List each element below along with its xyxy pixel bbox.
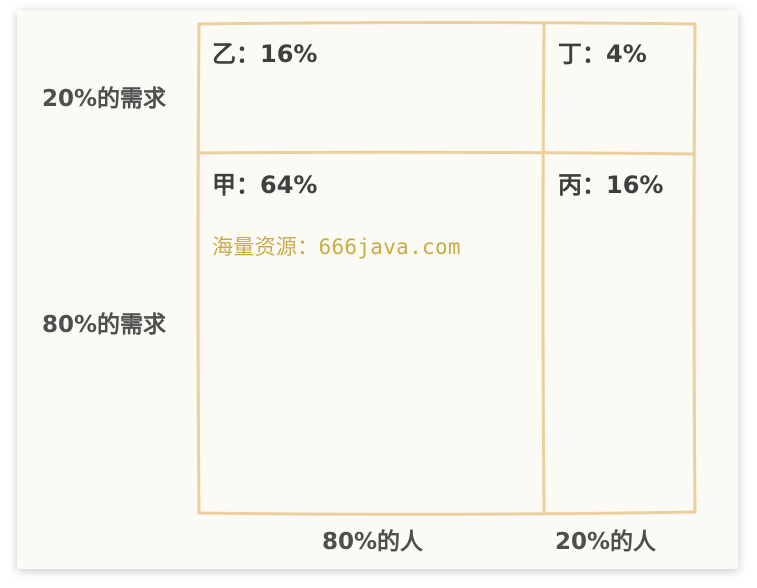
- grid-left-border: [196, 22, 201, 515]
- cell-top-left: 乙：16%: [212, 40, 318, 68]
- grid-top-border: [197, 21, 697, 26]
- row-label-bottom: 80%的需求: [42, 312, 167, 338]
- cell-bottom-right: 丙：16%: [558, 171, 664, 199]
- cell-top-right: 丁：4%: [558, 40, 647, 68]
- cell-bottom-left: 甲：64%: [212, 171, 318, 199]
- column-label-left: 80%的人: [322, 529, 424, 555]
- row-label-top: 20%的需求: [42, 86, 167, 112]
- column-label-right: 20%的人: [555, 529, 657, 555]
- grid-bottom-border: [197, 510, 697, 516]
- grid-center-line: [541, 22, 546, 515]
- watermark-text: 海量资源：666java.com: [212, 235, 461, 259]
- grid-right-border: [692, 22, 697, 514]
- grid-middle-line: [197, 150, 695, 156]
